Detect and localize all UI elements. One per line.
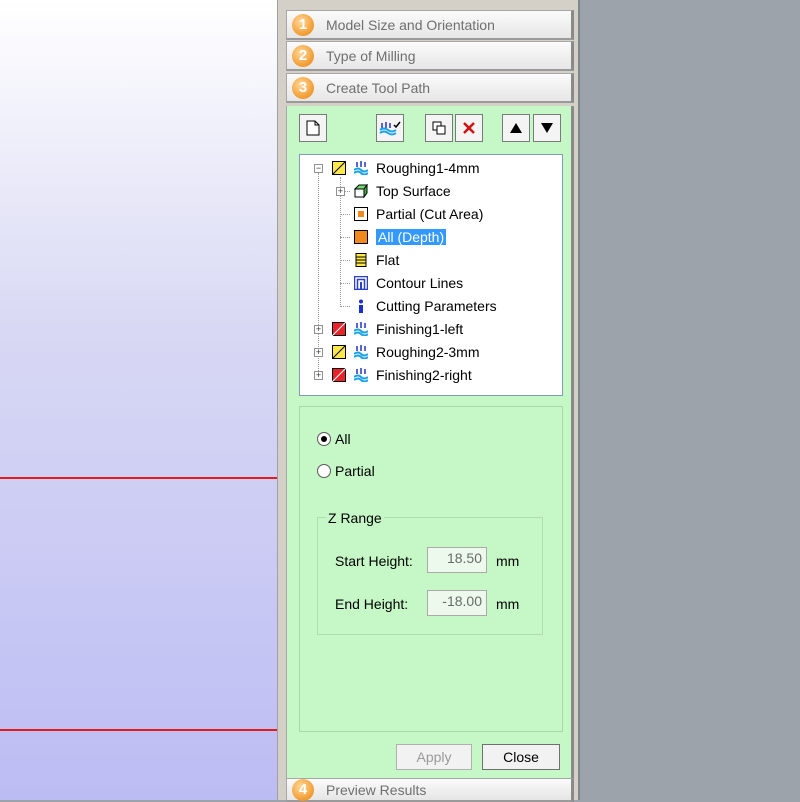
toolpath-tree[interactable]: − Roughing1-4mm + Top Surface Partial (C… [299,154,563,396]
expand-icon[interactable]: + [314,371,323,380]
tree-node-contour-lines[interactable]: Contour Lines [354,273,463,293]
unit-label: mm [496,553,520,569]
tree-node-label: Finishing2-right [376,367,472,383]
tree-node-top-surface[interactable]: + Top Surface [336,181,451,201]
radio-checked-icon[interactable] [317,432,331,446]
tree-line [340,306,350,307]
tree-node-label: Flat [376,252,400,268]
unit-label: mm [496,596,520,612]
step-label: Model Size and Orientation [326,16,495,33]
apply-button[interactable]: Apply [396,744,472,770]
radio-label: All [335,431,351,447]
end-height-input[interactable]: -18.00 [427,590,487,616]
move-down-icon [541,123,553,133]
tree-node-label-selected: All (Depth) [376,229,447,245]
tree-node-finishing2[interactable]: + Finishing2-right [314,365,472,385]
tree-node-flat[interactable]: Flat [354,250,399,270]
all-depth-icon [354,230,368,244]
tree-node-label: Finishing1-left [376,321,464,337]
step-preview-results[interactable]: 4 Preview Results [286,778,574,802]
step-label: Create Tool Path [326,79,431,96]
step-2-badge-icon: 2 [292,44,314,67]
radio-unchecked-icon[interactable] [317,464,331,478]
step-label: Type of Milling [326,47,416,64]
roughing-icon [332,161,346,175]
3d-viewport[interactable] [0,0,277,800]
step-type-of-milling[interactable]: 2 Type of Milling [286,41,574,71]
contour-lines-icon [354,276,368,290]
copy-button[interactable] [425,114,453,142]
delete-icon [463,122,475,134]
new-document-icon [306,120,320,136]
tree-node-label: Cutting Parameters [376,298,497,314]
step-create-tool-path[interactable]: 3 Create Tool Path [286,73,574,103]
start-height-label: Start Height: [335,553,413,569]
tree-line [340,283,350,284]
tree-line [340,237,350,238]
tree-node-label: Top Surface [376,183,451,199]
finishing-icon [332,368,346,382]
tree-line [340,214,350,215]
z-range-group: Z Range Start Height: 18.50 mm End Heigh… [317,510,543,635]
step-label: Preview Results [326,781,427,798]
tree-node-roughing2[interactable]: + Roughing2-3mm [314,342,480,362]
tree-node-label: Partial (Cut Area) [376,206,484,222]
create-tool-path-body: − Roughing1-4mm + Top Surface Partial (C… [286,106,574,778]
step-model-size[interactable]: 1 Model Size and Orientation [286,10,574,40]
toolpath-icon [354,368,368,382]
model-boundary-line [0,729,277,731]
tree-node-roughing1[interactable]: − Roughing1-4mm [314,158,480,178]
cube-icon [354,184,368,198]
group-title: Z Range [326,510,384,526]
tree-node-label: Contour Lines [376,275,464,291]
depth-settings: All Partial Z Range Start Height: 18.50 … [299,406,563,732]
apply-toolpath-button[interactable] [376,114,404,142]
step-1-badge-icon: 1 [292,13,314,36]
tree-node-label: Roughing1-4mm [376,160,480,176]
step-4-badge-icon: 4 [292,778,314,801]
start-height-input[interactable]: 18.50 [427,547,487,573]
toolpath-icon [354,322,368,336]
radio-partial[interactable]: Partial [317,463,375,479]
finishing-icon [332,322,346,336]
close-button[interactable]: Close [482,744,560,770]
new-toolpath-button[interactable] [299,114,327,142]
radio-all[interactable]: All [317,431,351,447]
info-icon [359,299,363,313]
collapse-icon[interactable]: − [314,164,323,173]
empty-workspace [578,0,800,800]
flat-icon [355,253,367,267]
copy-icon [432,121,446,135]
apply-toolpath-icon [379,121,401,136]
tree-node-label: Roughing2-3mm [376,344,480,360]
expand-icon[interactable]: + [314,348,323,357]
end-height-label: End Height: [335,596,409,612]
expand-icon[interactable]: + [336,187,345,196]
radio-label: Partial [335,463,375,479]
tree-line [340,260,350,261]
move-up-button[interactable] [502,114,530,142]
expand-icon[interactable]: + [314,325,323,334]
wizard-panel: 1 Model Size and Orientation 2 Type of M… [284,0,578,802]
toolpath-icon [354,161,368,175]
partial-area-icon [354,207,368,221]
tree-node-partial-cut-area[interactable]: Partial (Cut Area) [354,204,483,224]
model-boundary-line [0,477,277,479]
tree-node-cutting-parameters[interactable]: Cutting Parameters [354,296,497,316]
tree-node-finishing1[interactable]: + Finishing1-left [314,319,463,339]
delete-button[interactable] [455,114,483,142]
splitter[interactable] [277,0,284,800]
toolpath-icon [354,345,368,359]
step-3-badge-icon: 3 [292,76,314,99]
move-down-button[interactable] [533,114,561,142]
tree-node-all-depth[interactable]: All (Depth) [354,227,447,247]
move-up-icon [510,123,522,133]
roughing-icon [332,345,346,359]
